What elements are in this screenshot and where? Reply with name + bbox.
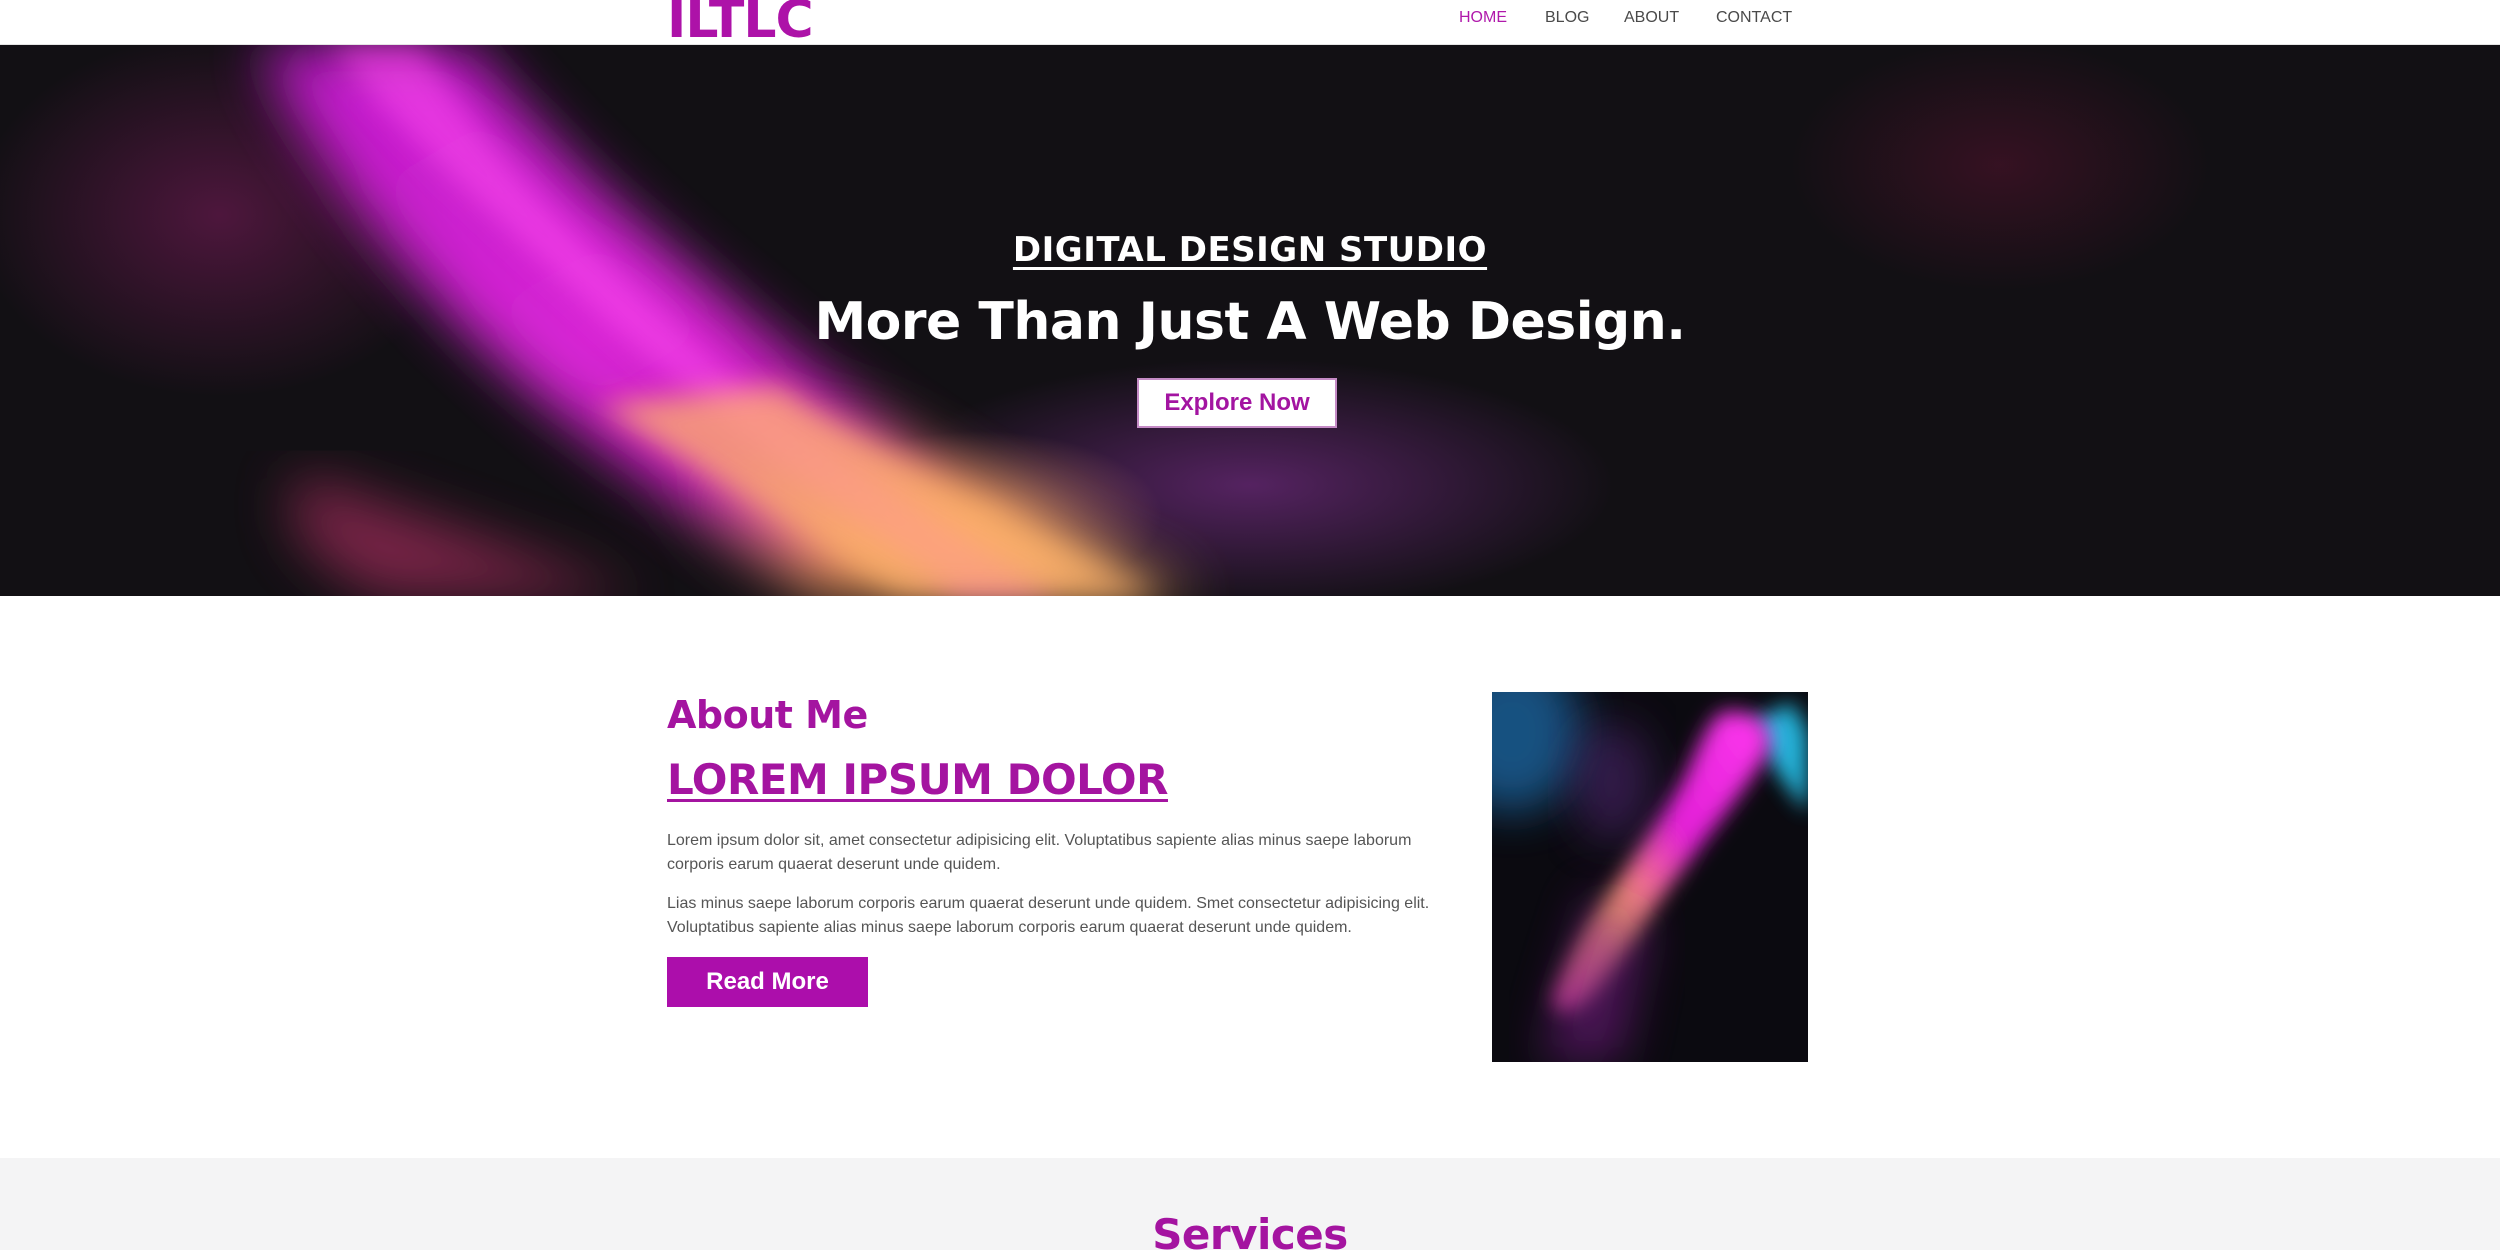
site-logo[interactable]: ILTLC — [667, 0, 814, 46]
hero-section: DIGITAL DESIGN STUDIO More Than Just A W… — [0, 45, 2500, 596]
about-subheading: LOREM IPSUM DOLOR — [667, 755, 1168, 804]
explore-now-button[interactable]: Explore Now — [1137, 378, 1337, 428]
site-header: ILTLC HOME BLOG ABOUT CONTACT — [0, 0, 2500, 46]
nav-home-link[interactable]: HOME — [1459, 8, 1507, 28]
about-paragraph: Lorem ipsum dolor sit, amet consectetur … — [667, 832, 1412, 873]
nav-contact-link[interactable]: CONTACT — [1716, 8, 1792, 28]
nav-blog-link[interactable]: BLOG — [1545, 8, 1589, 28]
hero-title: More Than Just A Web Design. — [814, 292, 1686, 352]
read-more-button[interactable]: Read More — [667, 957, 868, 1007]
nav-about-link[interactable]: ABOUT — [1624, 8, 1679, 28]
about-paragraph: Lias minus saepe laborum corporis earum … — [667, 895, 1430, 936]
about-heading: About Me — [667, 693, 868, 737]
services-title: Services — [1152, 1210, 1348, 1250]
hero-kicker: DIGITAL DESIGN STUDIO — [1012, 230, 1488, 270]
about-image — [1492, 692, 1808, 1062]
